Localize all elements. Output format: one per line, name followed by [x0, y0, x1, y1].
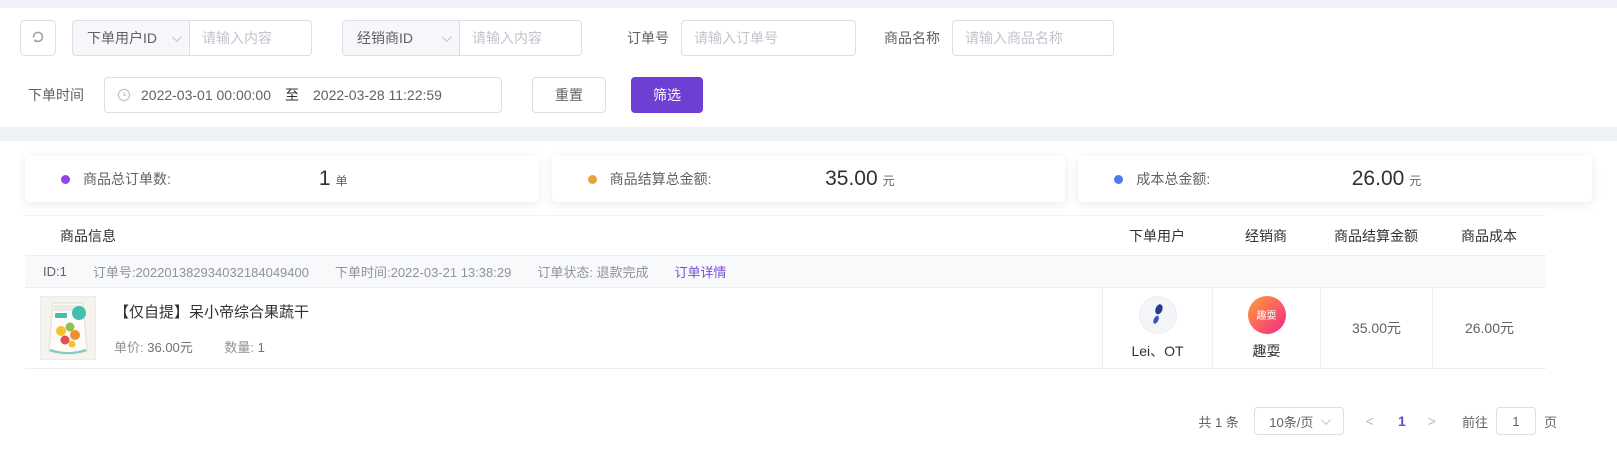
table-row: 【仅自提】呆小帝综合果蔬干 单价: 36.00元 数量: 1 L — [25, 288, 1546, 369]
stat-dot — [588, 175, 597, 184]
refresh-icon — [30, 29, 46, 48]
order-time-label: 下单时间 — [28, 85, 84, 105]
page-size-select[interactable]: 10条/页 — [1254, 407, 1344, 435]
stat-value: 26.00 — [1352, 167, 1405, 191]
stat-value: 1 — [319, 167, 331, 191]
order-number: 订单号:202201382934032184049400 — [93, 262, 309, 281]
page-unit-label: 页 — [1544, 412, 1557, 431]
cost-amount-cell: 26.00元 — [1432, 288, 1546, 368]
settle-amount-cell: 35.00元 — [1320, 288, 1432, 368]
order-id: ID:1 — [43, 264, 67, 279]
stat-dot — [61, 175, 70, 184]
qty-label: 数量: — [224, 340, 254, 355]
dealer-id-filter-group: 经销商ID — [342, 20, 582, 56]
order-time-separator: 至 — [285, 85, 299, 105]
stat-card-cost-total: 成本总金额: 26.00 元 — [1078, 156, 1592, 202]
next-page-icon[interactable]: > — [1428, 413, 1436, 429]
order-meta-row: ID:1 订单号:202201382934032184049400 下单时间:2… — [25, 256, 1546, 288]
chevron-down-icon — [172, 32, 182, 42]
header-settle-amount: 商品结算金额 — [1320, 226, 1432, 246]
goto-page-input[interactable] — [1496, 407, 1536, 435]
content-area: 商品总订单数: 1 单 商品结算总金额: 35.00 元 成本总金额: 26.0… — [0, 156, 1617, 435]
qty-value: 1 — [258, 340, 265, 355]
product-name-input[interactable] — [952, 20, 1114, 56]
buyer-id-filter-group: 下单用户ID — [72, 20, 312, 56]
stat-value: 35.00 — [825, 167, 878, 191]
dealer-cell: 趣耍 趣耍 — [1212, 288, 1320, 368]
stat-unit: 元 — [1409, 172, 1421, 189]
stat-card-settle-total: 商品结算总金额: 35.00 元 — [552, 156, 1066, 202]
order-status: 订单状态: 退款完成 — [537, 262, 648, 281]
header-product-info: 商品信息 — [25, 226, 1102, 246]
stat-label: 成本总金额: — [1136, 169, 1210, 189]
stat-label: 商品结算总金额: — [610, 169, 712, 189]
buyer-cell: Lei、OT — [1102, 288, 1212, 368]
dealer-avatar: 趣耍 — [1248, 296, 1286, 334]
header-buyer: 下单用户 — [1102, 226, 1212, 246]
settle-amount: 35.00元 — [1352, 318, 1401, 338]
refresh-button[interactable] — [20, 20, 56, 56]
stat-unit: 元 — [883, 172, 895, 189]
stat-unit: 单 — [336, 172, 348, 189]
pagination-total: 共 1 条 — [1198, 412, 1238, 431]
buyer-id-input[interactable] — [190, 20, 312, 56]
order-time-start: 2022-03-01 00:00:00 — [141, 87, 271, 103]
order-time: 下单时间:2022-03-21 13:38:29 — [335, 262, 511, 281]
dealer-name: 趣耍 — [1253, 341, 1281, 361]
dealer-id-select[interactable]: 经销商ID — [342, 20, 460, 56]
orders-table: 商品信息 下单用户 经销商 商品结算金额 商品成本 ID:1 订单号:20220… — [25, 215, 1546, 369]
header-cost: 商品成本 — [1432, 226, 1546, 246]
product-name-label: 商品名称 — [884, 28, 940, 48]
filter-panel: 下单用户ID 经销商ID 订单号 商品名称 下单时间 — [0, 8, 1617, 127]
order-no-label: 订单号 — [627, 28, 669, 48]
table-header-row: 商品信息 下单用户 经销商 商品结算金额 商品成本 — [25, 216, 1546, 256]
buyer-name: Lei、OT — [1131, 341, 1183, 361]
section-divider — [0, 127, 1617, 141]
stat-card-order-count: 商品总订单数: 1 单 — [25, 156, 539, 202]
filter-button[interactable]: 筛选 — [631, 77, 703, 113]
buyer-id-select[interactable]: 下单用户ID — [72, 20, 190, 56]
buyer-avatar — [1139, 296, 1177, 334]
price-value: 36.00元 — [147, 340, 193, 355]
current-page[interactable]: 1 — [1398, 413, 1406, 429]
product-title: 【仅自提】呆小帝综合果蔬干 — [114, 301, 309, 322]
header-dealer: 经销商 — [1212, 226, 1320, 246]
order-time-range-picker[interactable]: 2022-03-01 00:00:00 至 2022-03-28 11:22:5… — [104, 77, 502, 113]
cost-amount: 26.00元 — [1465, 318, 1514, 338]
order-no-input[interactable] — [681, 20, 856, 56]
price-label: 单价: — [114, 340, 144, 355]
product-cell: 【仅自提】呆小帝综合果蔬干 单价: 36.00元 数量: 1 — [25, 288, 1102, 368]
order-detail-link[interactable]: 订单详情 — [675, 262, 727, 281]
buyer-id-select-label: 下单用户ID — [87, 28, 157, 48]
product-image — [40, 296, 96, 360]
dealer-avatar-text: 趣耍 — [1257, 307, 1277, 322]
page-size-value: 10条/页 — [1269, 412, 1313, 431]
page-top-strip — [0, 0, 1617, 8]
pagination: 共 1 条 10条/页 < 1 > 前往 页 — [25, 407, 1557, 435]
order-time-end: 2022-03-28 11:22:59 — [313, 87, 442, 103]
goto-label: 前往 — [1462, 412, 1488, 431]
stat-cards: 商品总订单数: 1 单 商品结算总金额: 35.00 元 成本总金额: 26.0… — [25, 156, 1592, 202]
stat-dot — [1114, 175, 1123, 184]
chevron-down-icon — [442, 32, 452, 42]
dealer-id-select-label: 经销商ID — [357, 28, 413, 48]
prev-page-icon[interactable]: < — [1366, 413, 1374, 429]
chevron-down-icon — [1321, 415, 1331, 425]
clock-icon — [117, 88, 131, 102]
dealer-id-input[interactable] — [460, 20, 582, 56]
stat-label: 商品总订单数: — [83, 169, 171, 189]
reset-button[interactable]: 重置 — [532, 77, 606, 113]
